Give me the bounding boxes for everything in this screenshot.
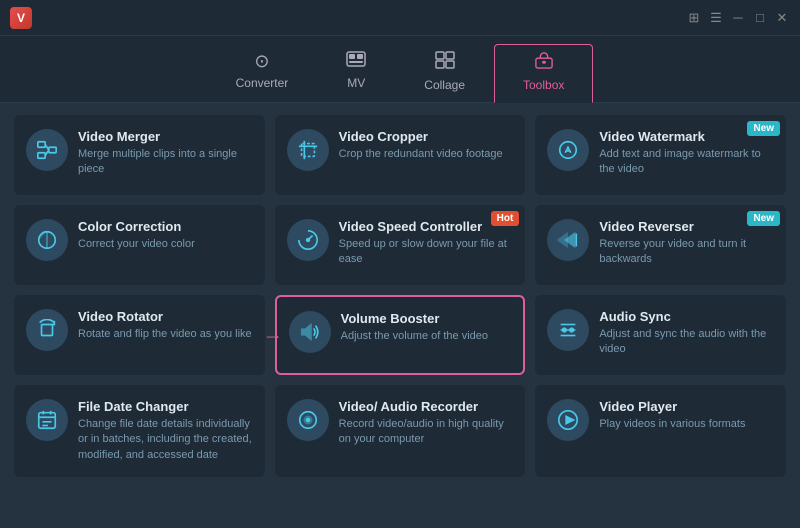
tool-title-video-cropper: Video Cropper <box>339 129 514 144</box>
tab-mv[interactable]: MV <box>317 44 395 103</box>
tool-info-av-recorder: Video/ Audio Recorder Record video/audio… <box>339 399 514 448</box>
tool-info-color-correction: Color Correction Correct your video colo… <box>78 219 253 252</box>
converter-label: Converter <box>236 76 289 90</box>
tool-card-video-speed[interactable]: Video Speed Controller Speed up or slow … <box>275 205 526 285</box>
nav-tabs: ⊙ Converter MV Collage <box>0 36 800 103</box>
tool-desc-video-watermark: Add text and image watermark to the vide… <box>599 147 774 178</box>
tool-card-video-watermark[interactable]: Video Watermark Add text and image water… <box>535 115 786 195</box>
tool-title-video-speed: Video Speed Controller <box>339 219 514 234</box>
tool-info-volume-booster: Volume Booster Adjust the volume of the … <box>341 311 512 344</box>
tool-icon-video-rotator <box>26 309 68 351</box>
tool-card-video-player[interactable]: Video Player Play videos in various form… <box>535 385 786 477</box>
tab-collage[interactable]: Collage <box>395 44 494 103</box>
tool-card-file-date[interactable]: File Date Changer Change file date detai… <box>14 385 265 477</box>
tool-title-video-player: Video Player <box>599 399 774 414</box>
tool-card-volume-booster[interactable]: Volume Booster Adjust the volume of the … <box>275 295 526 375</box>
tool-title-file-date: File Date Changer <box>78 399 253 414</box>
collage-label: Collage <box>424 78 465 92</box>
tool-desc-video-player: Play videos in various formats <box>599 417 774 432</box>
tool-title-video-merger: Video Merger <box>78 129 253 144</box>
tool-icon-video-merger <box>26 129 68 171</box>
tool-icon-video-reverser <box>547 219 589 261</box>
tool-card-video-rotator[interactable]: Video Rotator Rotate and flip the video … <box>14 295 265 375</box>
tab-converter[interactable]: ⊙ Converter <box>207 44 318 103</box>
tool-card-audio-sync[interactable]: Audio Sync Adjust and sync the audio wit… <box>535 295 786 375</box>
toolbox-label: Toolbox <box>523 78 564 92</box>
tab-toolbox[interactable]: Toolbox <box>494 44 593 103</box>
tools-grid: Video Merger Merge multiple clips into a… <box>0 103 800 528</box>
titlebar-controls: ⊞ ☰ ─ □ ✕ <box>686 10 790 26</box>
tool-info-video-speed: Video Speed Controller Speed up or slow … <box>339 219 514 268</box>
tool-info-video-merger: Video Merger Merge multiple clips into a… <box>78 129 253 178</box>
tool-card-av-recorder[interactable]: Video/ Audio Recorder Record video/audio… <box>275 385 526 477</box>
tool-desc-video-speed: Speed up or slow down your file at ease <box>339 237 514 268</box>
tool-icon-video-speed <box>287 219 329 261</box>
tool-icon-color-correction <box>26 219 68 261</box>
tool-icon-video-watermark <box>547 129 589 171</box>
tool-desc-volume-booster: Adjust the volume of the video <box>341 329 512 344</box>
grid-button[interactable]: ⊞ <box>686 10 702 26</box>
tool-icon-av-recorder <box>287 399 329 441</box>
tool-desc-color-correction: Correct your video color <box>78 237 253 252</box>
tool-desc-file-date: Change file date details individually or… <box>78 417 253 463</box>
tool-title-volume-booster: Volume Booster <box>341 311 512 326</box>
tool-info-file-date: File Date Changer Change file date detai… <box>78 399 253 463</box>
tool-icon-video-player <box>547 399 589 441</box>
tool-card-color-correction[interactable]: Color Correction Correct your video colo… <box>14 205 265 285</box>
badge-video-watermark: New <box>747 121 780 136</box>
tool-title-av-recorder: Video/ Audio Recorder <box>339 399 514 414</box>
badge-video-speed: Hot <box>491 211 520 226</box>
mv-icon <box>346 51 366 72</box>
tool-info-audio-sync: Audio Sync Adjust and sync the audio wit… <box>599 309 774 358</box>
menu-button[interactable]: ☰ <box>708 10 724 26</box>
tool-icon-video-cropper <box>287 129 329 171</box>
tool-desc-av-recorder: Record video/audio in high quality on yo… <box>339 417 514 448</box>
tool-desc-video-rotator: Rotate and flip the video as you like <box>78 327 253 342</box>
tool-title-color-correction: Color Correction <box>78 219 253 234</box>
mv-label: MV <box>347 76 365 90</box>
tool-info-video-cropper: Video Cropper Crop the redundant video f… <box>339 129 514 162</box>
tool-desc-video-merger: Merge multiple clips into a single piece <box>78 147 253 178</box>
tool-info-video-player: Video Player Play videos in various form… <box>599 399 774 432</box>
badge-video-reverser: New <box>747 211 780 226</box>
tool-card-video-merger[interactable]: Video Merger Merge multiple clips into a… <box>14 115 265 195</box>
app-logo: V <box>10 7 32 29</box>
converter-icon: ⊙ <box>254 51 269 72</box>
titlebar: V ⊞ ☰ ─ □ ✕ <box>0 0 800 36</box>
tool-desc-video-reverser: Reverse your video and turn it backwards <box>599 237 774 268</box>
collage-icon <box>435 51 455 74</box>
tool-info-video-watermark: Video Watermark Add text and image water… <box>599 129 774 178</box>
close-button[interactable]: ✕ <box>774 10 790 26</box>
tool-icon-audio-sync <box>547 309 589 351</box>
tool-icon-volume-booster <box>289 311 331 353</box>
minimize-button[interactable]: ─ <box>730 10 746 26</box>
titlebar-left: V <box>10 7 40 29</box>
tool-info-video-reverser: Video Reverser Reverse your video and tu… <box>599 219 774 268</box>
tool-title-audio-sync: Audio Sync <box>599 309 774 324</box>
tool-desc-audio-sync: Adjust and sync the audio with the video <box>599 327 774 358</box>
tool-title-video-rotator: Video Rotator <box>78 309 253 324</box>
tool-desc-video-cropper: Crop the redundant video footage <box>339 147 514 162</box>
tool-card-video-cropper[interactable]: Video Cropper Crop the redundant video f… <box>275 115 526 195</box>
maximize-button[interactable]: □ <box>752 10 768 26</box>
tool-card-video-reverser[interactable]: Video Reverser Reverse your video and tu… <box>535 205 786 285</box>
tool-info-video-rotator: Video Rotator Rotate and flip the video … <box>78 309 253 342</box>
toolbox-icon <box>534 51 554 74</box>
tool-icon-file-date <box>26 399 68 441</box>
